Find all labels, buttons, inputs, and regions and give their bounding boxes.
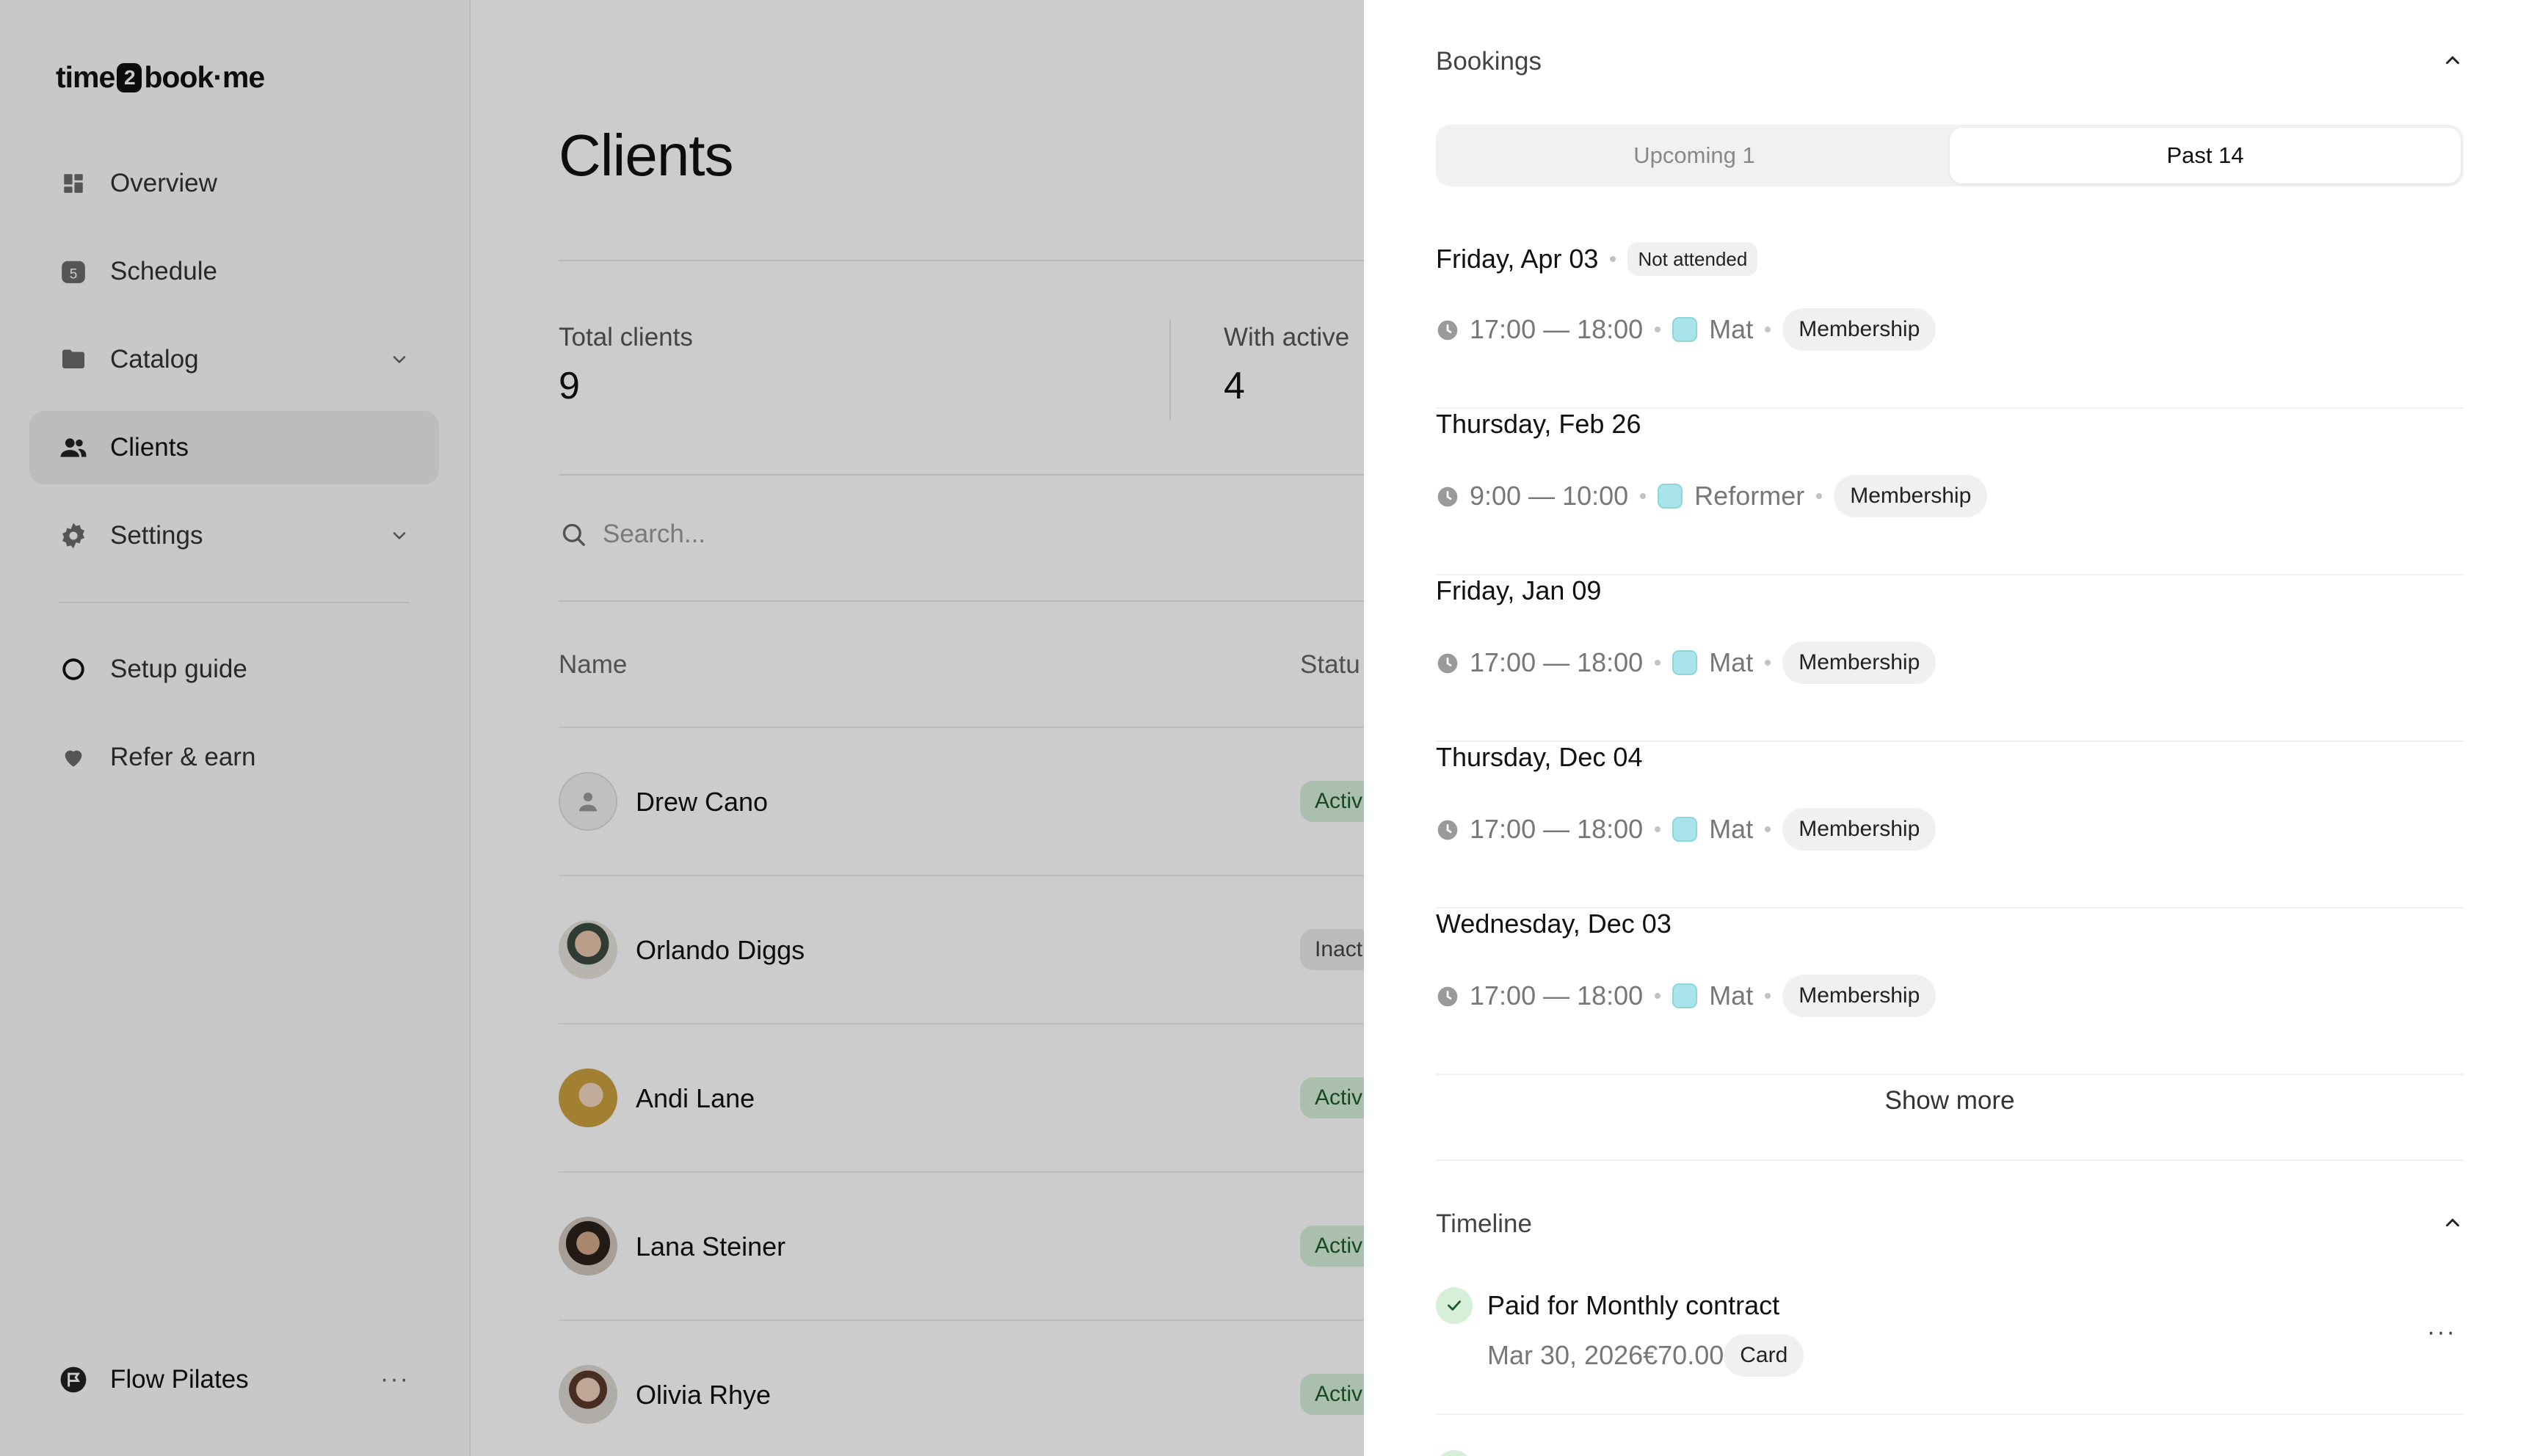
separator-dot <box>1765 993 1771 999</box>
attendance-badge: Not attended <box>1627 242 1758 276</box>
chevron-up-icon[interactable] <box>2442 49 2464 75</box>
separator-dot <box>1816 493 1823 499</box>
booking-date: Thursday, Dec 04 <box>1436 742 1643 772</box>
booking-detail: 17:00 — 18:00 Mat Membership <box>1436 808 1937 851</box>
booking-date-line: Thursday, Feb 26 <box>1436 409 1641 440</box>
booking-date: Thursday, Feb 26 <box>1436 409 1641 439</box>
timeline-item: Paid for Monthly contract Mar 30, 2026 €… <box>1436 1283 2464 1415</box>
booking-date-line: Friday, Jan 09 <box>1436 575 1601 606</box>
payment-badge: Membership <box>1782 975 1937 1017</box>
timeline-more-button[interactable]: ··· <box>2427 1318 2456 1347</box>
booking-detail: 17:00 — 18:00 Mat Membership <box>1436 308 1937 351</box>
booking-class: Mat <box>1709 814 1754 844</box>
payment-method-badge: Card <box>1724 1334 1804 1377</box>
payment-badge: Membership <box>1782 641 1937 684</box>
payment-badge: Membership <box>1834 475 1988 517</box>
bookings-header[interactable]: Bookings <box>1436 47 2464 76</box>
separator-dot <box>1655 660 1661 666</box>
separator-dot <box>1655 327 1661 332</box>
timeline-date: Mar 30, 2026 <box>1487 1340 1644 1370</box>
tab-past[interactable]: Past 14 <box>1950 128 2461 183</box>
timeline-header[interactable]: Timeline <box>1436 1209 2464 1239</box>
booking-class: Mat <box>1709 647 1754 677</box>
separator-dot <box>1765 826 1771 832</box>
payment-badge: Membership <box>1782 808 1937 851</box>
bookings-tabs: Upcoming 1 Past 14 <box>1436 125 2464 186</box>
client-detail-drawer: Bookings Upcoming 1 Past 14 Friday, Apr … <box>1364 0 2537 1456</box>
booking-time: 17:00 — 18:00 <box>1470 647 1644 677</box>
section-title: Timeline <box>1436 1209 1532 1238</box>
booking-date-line: Thursday, Dec 04 <box>1436 742 1642 773</box>
booking-item[interactable]: Thursday, Feb 26 9:00 — 10:00 Reformer M… <box>1436 409 2464 575</box>
separator-dot <box>1640 493 1647 499</box>
booking-item[interactable]: Thursday, Dec 04 17:00 — 18:00 Mat Membe… <box>1436 742 2464 909</box>
clock-icon <box>1436 651 1459 674</box>
tab-upcoming[interactable]: Upcoming 1 <box>1439 128 1950 183</box>
class-color-swatch <box>1672 317 1698 342</box>
booking-date: Wednesday, Dec 03 <box>1436 909 1672 939</box>
booking-time: 17:00 — 18:00 <box>1470 980 1644 1011</box>
booking-date-line: Friday, Apr 03 Not attended <box>1436 242 1758 276</box>
booking-class: Mat <box>1709 314 1754 344</box>
booking-time: 9:00 — 10:00 <box>1470 481 1629 511</box>
booking-class: Mat <box>1709 980 1754 1011</box>
separator-dot <box>1610 256 1616 262</box>
clock-icon <box>1436 984 1459 1008</box>
booking-item[interactable]: Friday, Apr 03 Not attended 17:00 — 18:0… <box>1436 242 2464 409</box>
class-color-swatch <box>1672 650 1698 675</box>
booking-time: 17:00 — 18:00 <box>1470 814 1644 844</box>
booking-detail: 17:00 — 18:00 Mat Membership <box>1436 641 1937 684</box>
timeline-next-item-icon <box>1436 1450 1473 1456</box>
booking-date-line: Wednesday, Dec 03 <box>1436 909 1672 939</box>
class-color-swatch <box>1672 817 1698 842</box>
booking-detail: 9:00 — 10:00 Reformer Membership <box>1436 475 1988 517</box>
booking-time: 17:00 — 18:00 <box>1470 314 1644 344</box>
separator-dot <box>1655 993 1661 999</box>
booking-date: Friday, Jan 09 <box>1436 575 1602 605</box>
class-color-swatch <box>1658 484 1683 509</box>
timeline-title: Paid for Monthly contract <box>1487 1290 1780 1320</box>
check-icon <box>1436 1287 1473 1324</box>
separator-dot <box>1765 660 1771 666</box>
class-color-swatch <box>1672 983 1698 1008</box>
booking-class: Reformer <box>1694 481 1805 511</box>
section-title: Bookings <box>1436 47 1542 76</box>
timeline-amount: €70.00 <box>1643 1340 1724 1370</box>
show-more-button[interactable]: Show more <box>1436 1042 2464 1161</box>
chevron-up-icon[interactable] <box>2442 1212 2464 1237</box>
clock-icon <box>1436 484 1459 508</box>
separator-dot <box>1655 826 1661 832</box>
booking-item[interactable]: Friday, Jan 09 17:00 — 18:00 Mat Members… <box>1436 575 2464 742</box>
clock-icon <box>1436 318 1459 341</box>
payment-badge: Membership <box>1782 308 1937 351</box>
modal-overlay[interactable] <box>0 0 1364 1456</box>
separator-dot <box>1765 327 1771 332</box>
clock-icon <box>1436 818 1459 841</box>
timeline-meta: Mar 30, 2026 €70.00 Card <box>1487 1334 1804 1377</box>
booking-date: Friday, Apr 03 <box>1436 244 1599 274</box>
booking-detail: 17:00 — 18:00 Mat Membership <box>1436 975 1937 1017</box>
